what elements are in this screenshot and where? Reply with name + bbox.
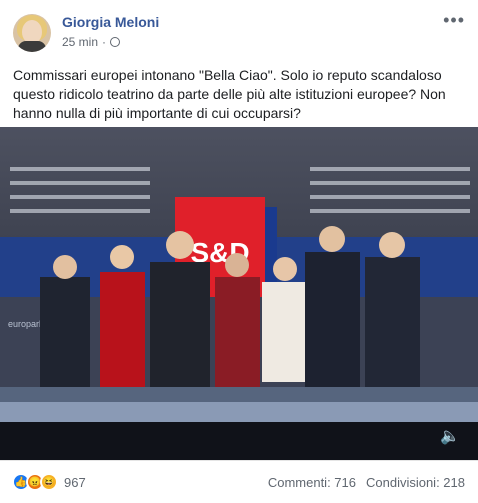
engagement-stats: Commenti: 716 Condivisioni: 218 (268, 475, 465, 490)
reactions[interactable]: 👍 😠 😆 967 (12, 473, 86, 491)
author-name[interactable]: Giorgia Meloni (62, 14, 159, 30)
volume-icon[interactable]: 🔈 (440, 426, 460, 446)
haha-icon: 😆 (40, 473, 58, 491)
stats-bar: 👍 😠 😆 967 Commenti: 716 Condivisioni: 21… (0, 460, 478, 503)
avatar-shirt (18, 41, 46, 52)
avatar[interactable] (13, 14, 51, 52)
comments-count[interactable]: Commenti: 716 (268, 475, 356, 490)
video-player[interactable]: S&D europarl.eu 🔈 (0, 127, 478, 460)
post-card: Giorgia Meloni 25 min · ••• Commissari e… (0, 0, 478, 502)
shares-count[interactable]: Condivisioni: 218 (366, 475, 465, 490)
reaction-count[interactable]: 967 (64, 475, 86, 490)
video-frame: S&D europarl.eu (0, 127, 478, 460)
post-meta: 25 min · (62, 35, 121, 49)
post-text: Commissari europei intonano "Bella Ciao"… (13, 67, 446, 121)
more-icon[interactable]: ••• (443, 10, 465, 31)
post-time[interactable]: 25 min (62, 35, 98, 49)
globe-icon (110, 37, 121, 47)
